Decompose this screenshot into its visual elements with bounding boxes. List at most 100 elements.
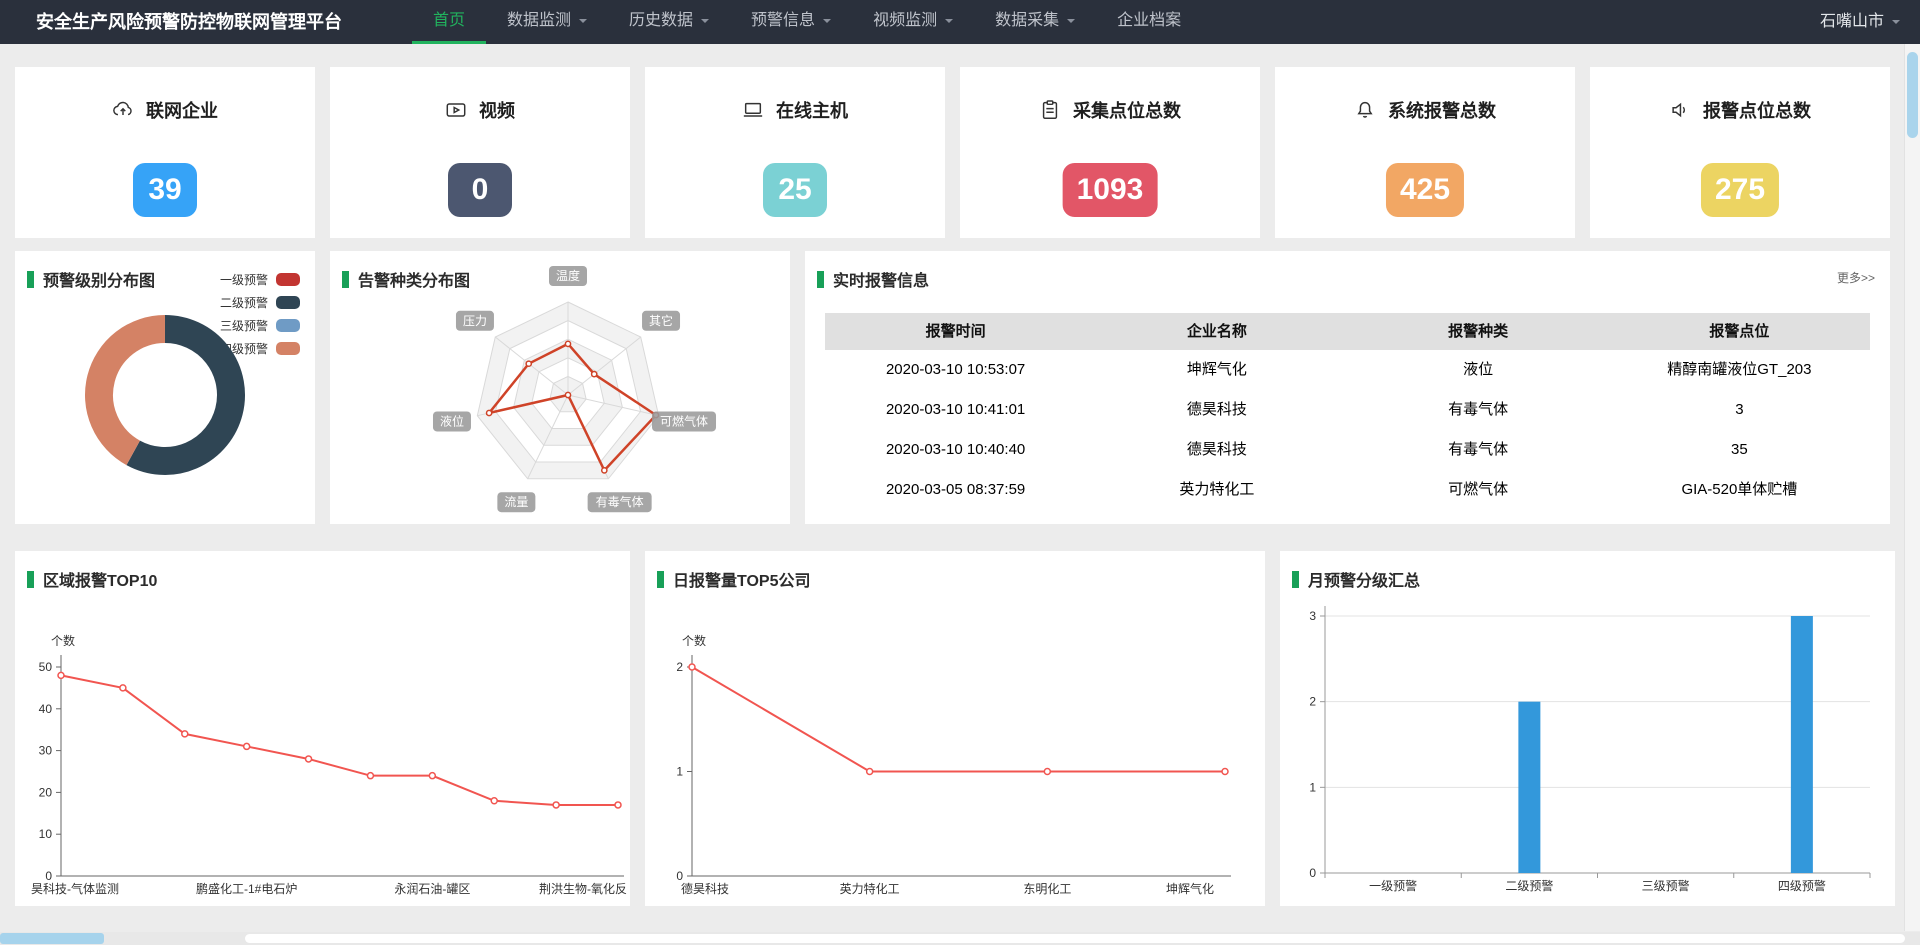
panel-monthly-warning-summary: 月预警分级汇总 0123一级预警二级预警三级预警四级预警 <box>1280 551 1895 906</box>
svg-text:3: 3 <box>1309 609 1316 623</box>
radar-chart: 温度其它可燃气体有毒气体流量液位压力 <box>330 251 790 524</box>
table-row: 2020-03-10 10:40:40 德昊科技 有毒气体 35 <box>825 430 1870 470</box>
title-marker <box>817 271 824 288</box>
speaker-icon <box>1669 99 1691 121</box>
menu-label: 数据采集 <box>995 0 1059 41</box>
menu-item-data-collect[interactable]: 数据采集 <box>974 0 1096 44</box>
panel-realtime-alarms: 实时报警信息 更多>> 报警时间 企业名称 报警种类 报警点位 2020-03-… <box>805 251 1890 524</box>
stat-value-badge: 0 <box>448 163 512 217</box>
menu-label: 历史数据 <box>629 0 693 41</box>
chevron-down-icon <box>823 19 831 27</box>
svg-text:英力特化工: 英力特化工 <box>840 881 900 896</box>
svg-text:2: 2 <box>1309 695 1316 709</box>
svg-text:0: 0 <box>45 869 52 883</box>
stat-label: 在线主机 <box>776 97 848 123</box>
svg-text:四级预警: 四级预警 <box>1778 878 1826 893</box>
cell-alarm-type: 有毒气体 <box>1348 430 1609 470</box>
horizontal-scrollbar[interactable] <box>0 932 1920 945</box>
table-row: 2020-03-10 10:53:07 坤辉气化 液位 精醇南罐液位GT_203 <box>825 350 1870 390</box>
cell-alarm-type: 可燃气体 <box>1348 470 1609 510</box>
menu-item-video-monitor[interactable]: 视频监测 <box>852 0 974 44</box>
cloud-upload-icon <box>112 99 134 121</box>
stat-value-badge: 275 <box>1701 163 1779 217</box>
svg-text:三级预警: 三级预警 <box>1642 878 1690 893</box>
vertical-scrollbar[interactable] <box>1904 44 1920 931</box>
svg-text:一级预警: 一级预警 <box>1369 878 1417 893</box>
cell-alarm-time: 2020-03-10 10:40:40 <box>825 430 1086 470</box>
svg-text:荆洪生物-氧化反: 荆洪生物-氧化反 <box>539 882 627 896</box>
svg-text:10: 10 <box>39 827 53 841</box>
cell-enterprise: 德昊科技 <box>1086 390 1347 430</box>
menu-label: 数据监测 <box>507 0 571 41</box>
more-link[interactable]: 更多>> <box>1837 269 1875 286</box>
svg-text:昊科技-气体监测: 昊科技-气体监测 <box>31 881 119 896</box>
bell-icon <box>1354 99 1376 121</box>
stat-value-badge: 39 <box>133 163 197 217</box>
stat-label: 采集点位总数 <box>1073 97 1181 123</box>
video-icon <box>445 99 467 121</box>
chevron-down-icon <box>701 19 709 27</box>
svg-text:永润石油-罐区: 永润石油-罐区 <box>394 882 470 896</box>
svg-text:其它: 其它 <box>649 313 673 328</box>
menu-item-home[interactable]: 首页 <box>412 0 486 44</box>
svg-text:二级预警: 二级预警 <box>1505 878 1553 893</box>
column-header: 报警时间 <box>825 313 1086 350</box>
cell-enterprise: 英力特化工 <box>1086 470 1347 510</box>
alarm-table: 报警时间 企业名称 报警种类 报警点位 2020-03-10 10:53:07 … <box>825 313 1870 510</box>
stat-card-collect-points: 采集点位总数 1093 <box>960 67 1260 238</box>
cell-alarm-point: 3 <box>1609 390 1870 430</box>
panel-daily-alarm-top5: 日报警量TOP5公司 012个数德昊科技英力特化工东明化工坤辉气化 <box>645 551 1265 906</box>
stat-label: 视频 <box>479 97 515 123</box>
column-header: 报警点位 <box>1609 313 1870 350</box>
horizontal-scrollbar-thumb[interactable] <box>0 933 104 944</box>
monthly-warning-bar-chart: 0123一级预警二级预警三级预警四级预警 <box>1280 551 1895 906</box>
stat-card-online-enterprise: 联网企业 39 <box>15 67 315 238</box>
svg-text:东明化工: 东明化工 <box>1023 882 1071 896</box>
svg-text:40: 40 <box>39 702 53 716</box>
menu-item-data-monitor[interactable]: 数据监测 <box>486 0 608 44</box>
table-header-row: 报警时间 企业名称 报警种类 报警点位 <box>825 313 1870 350</box>
vertical-scrollbar-thumb[interactable] <box>1907 52 1918 138</box>
host-icon <box>742 99 764 121</box>
cell-alarm-point: GIA-520单体贮槽 <box>1609 470 1870 510</box>
svg-text:可燃气体: 可燃气体 <box>660 413 708 428</box>
svg-text:温度: 温度 <box>556 268 580 283</box>
svg-text:1: 1 <box>1309 780 1316 794</box>
cell-alarm-point: 精醇南罐液位GT_203 <box>1609 350 1870 390</box>
svg-text:液位: 液位 <box>440 413 464 428</box>
svg-text:有毒气体: 有毒气体 <box>596 494 644 509</box>
stat-label: 联网企业 <box>146 97 218 123</box>
menu-item-history-data[interactable]: 历史数据 <box>608 0 730 44</box>
panel-region-alarm-top10: 区域报警TOP10 01020304050个数昊科技-气体监测鹏盛化工-1#电石… <box>15 551 630 906</box>
cell-alarm-point: 35 <box>1609 430 1870 470</box>
clipboard-icon <box>1039 99 1061 121</box>
daily-alarm-line-chart: 012个数德昊科技英力特化工东明化工坤辉气化 <box>645 551 1265 906</box>
svg-text:个数: 个数 <box>51 633 75 648</box>
menu-label: 企业档案 <box>1117 0 1181 41</box>
cell-alarm-type: 有毒气体 <box>1348 390 1609 430</box>
panel-warning-level-donut: 预警级别分布图 一级预警 二级预警 三级预警 四级预警 <box>15 251 315 524</box>
menu-label: 首页 <box>433 0 465 41</box>
svg-text:20: 20 <box>39 785 53 799</box>
app-title: 安全生产风险预警防控物联网管理平台 <box>36 0 342 44</box>
cell-alarm-time: 2020-03-10 10:41:01 <box>825 390 1086 430</box>
stat-card-system-alarms: 系统报警总数 425 <box>1275 67 1575 238</box>
column-header: 报警种类 <box>1348 313 1609 350</box>
svg-text:0: 0 <box>676 869 683 883</box>
region-label: 石嘴山市 <box>1820 0 1884 44</box>
chevron-down-icon <box>1067 19 1075 27</box>
svg-text:坤辉气化: 坤辉气化 <box>1166 881 1214 896</box>
menu-item-warning-info[interactable]: 预警信息 <box>730 0 852 44</box>
panel-alarm-type-radar: 告警种类分布图 温度其它可燃气体有毒气体流量液位压力 <box>330 251 790 524</box>
menu-item-enterprise-archive[interactable]: 企业档案 <box>1096 0 1202 44</box>
stat-label: 报警点位总数 <box>1703 97 1811 123</box>
stat-card-online-host: 在线主机 25 <box>645 67 945 238</box>
stat-value-badge: 1093 <box>1063 163 1158 217</box>
top-navbar: 安全生产风险预警防控物联网管理平台 首页 数据监测 历史数据 预警信息 视频监测… <box>0 0 1920 44</box>
region-selector[interactable]: 石嘴山市 <box>1820 0 1900 44</box>
cell-enterprise: 德昊科技 <box>1086 430 1347 470</box>
svg-text:流量: 流量 <box>504 495 528 509</box>
cell-alarm-type: 液位 <box>1348 350 1609 390</box>
stat-card-alarm-points: 报警点位总数 275 <box>1590 67 1890 238</box>
svg-text:2: 2 <box>676 660 683 674</box>
